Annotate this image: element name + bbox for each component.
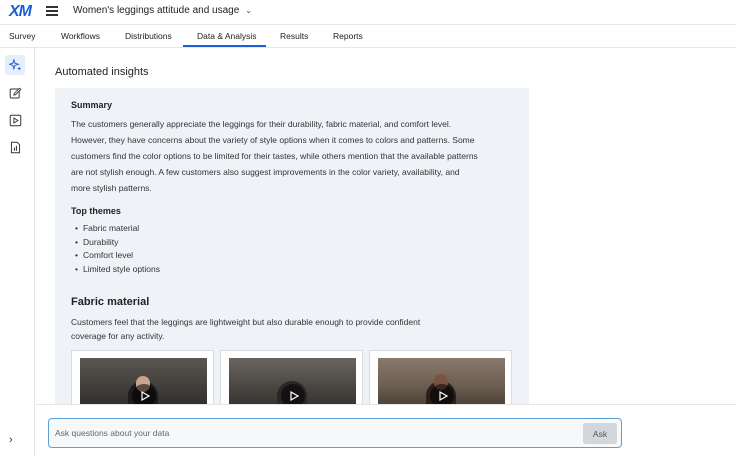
project-selector[interactable]: Women's leggings attitude and usage ⌄ — [73, 5, 252, 16]
xm-logo[interactable]: XM — [9, 3, 32, 21]
edit-icon[interactable] — [5, 83, 25, 103]
ask-input[interactable] — [55, 424, 575, 442]
theme-detail-description: Customers feel that the leggings are lig… — [71, 317, 421, 341]
video-thumbnail — [80, 358, 207, 404]
video-card[interactable] — [71, 350, 214, 404]
tab-reports[interactable]: Reports — [333, 31, 363, 41]
tab-distributions[interactable]: Distributions — [125, 31, 172, 41]
play-icon[interactable] — [281, 384, 305, 404]
insights-sparkle-icon[interactable] — [5, 55, 25, 75]
tab-results[interactable]: Results — [280, 31, 308, 41]
expand-chevron-icon[interactable]: › — [9, 434, 13, 446]
active-tab-indicator — [183, 45, 266, 47]
summary-heading: Summary — [71, 100, 113, 110]
theme-item: Fabric material — [75, 222, 160, 236]
insights-card: Summary The customers generally apprecia… — [55, 88, 529, 404]
video-thumbnail — [229, 358, 356, 404]
report-icon[interactable] — [5, 137, 25, 157]
section-title: Automated insights — [55, 66, 149, 78]
summary-text: The customers generally appreciate the l… — [71, 119, 478, 193]
video-card[interactable] — [220, 350, 363, 404]
video-thumbnail — [378, 358, 505, 404]
play-icon[interactable] — [132, 384, 156, 404]
theme-item: Limited style options — [75, 263, 160, 277]
themes-list: Fabric material Durability Comfort level… — [75, 222, 160, 277]
tab-bar: Survey Workflows Distributions Data & An… — [0, 24, 736, 48]
ask-bar: Ask — [36, 404, 736, 456]
themes-heading: Top themes — [71, 206, 121, 216]
ask-button[interactable]: Ask — [583, 423, 617, 444]
hamburger-menu-icon[interactable] — [46, 6, 58, 16]
theme-detail-title: Fabric material — [71, 296, 150, 308]
play-icon[interactable] — [430, 384, 454, 404]
play-box-icon[interactable] — [5, 110, 25, 130]
chevron-down-icon: ⌄ — [245, 6, 252, 15]
theme-item: Comfort level — [75, 249, 160, 263]
main-panel: Automated insights Summary The customers… — [36, 48, 736, 404]
left-rail: › — [0, 48, 35, 456]
tab-workflows[interactable]: Workflows — [61, 31, 100, 41]
ask-field: Ask — [48, 418, 622, 448]
top-bar: XM Women's leggings attitude and usage ⌄ — [0, 0, 736, 24]
tab-data-analysis[interactable]: Data & Analysis — [197, 31, 257, 41]
tab-survey[interactable]: Survey — [9, 31, 35, 41]
theme-item: Durability — [75, 236, 160, 250]
video-card[interactable] — [369, 350, 512, 404]
project-title: Women's leggings attitude and usage — [73, 5, 240, 16]
